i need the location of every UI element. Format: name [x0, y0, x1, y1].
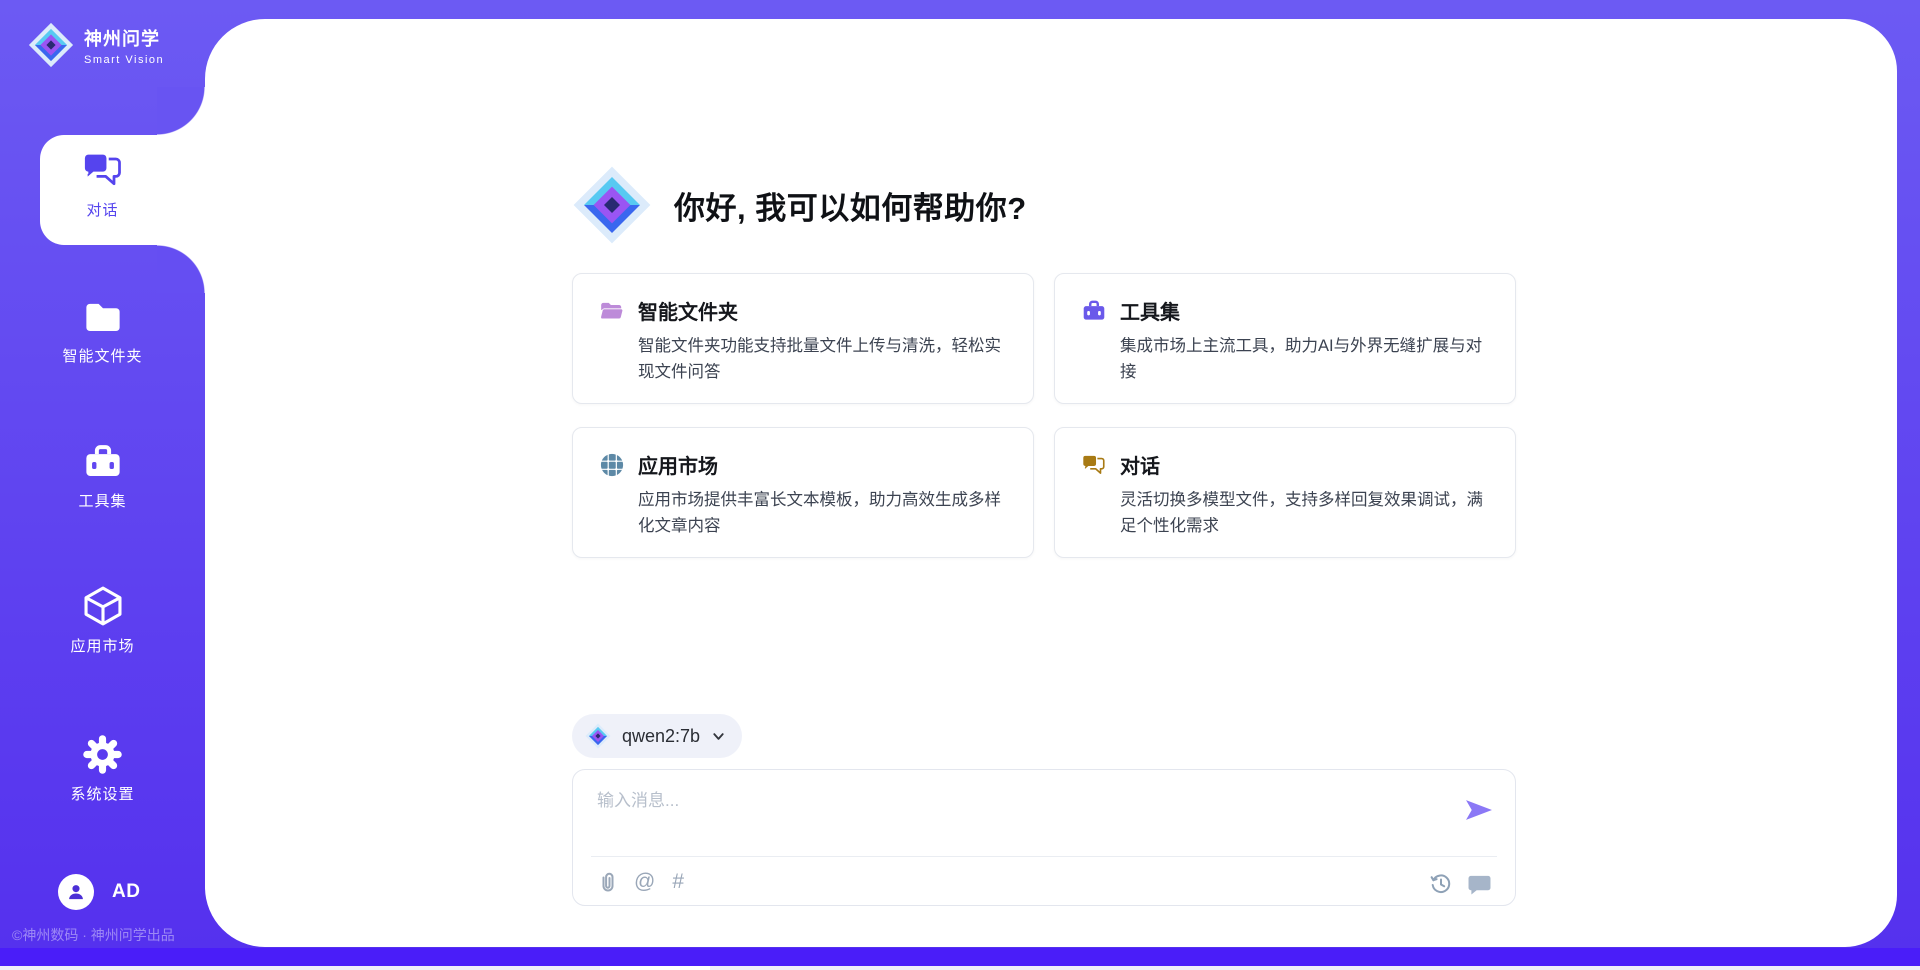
scrollbar-thumb[interactable]: [600, 966, 710, 970]
sidebar-item-label: 工具集: [0, 490, 205, 511]
card-description: 应用市场提供丰富长文本模板，助力高效生成多样化文章内容: [638, 488, 1007, 539]
chat-bubble-icon[interactable]: [1468, 874, 1491, 895]
sidebar-item-smart-folders[interactable]: 智能文件夹: [0, 296, 205, 366]
sidebar: 神州问学 Smart Vision 对话 智能文件夹 工具集 应用市场 系统设置: [0, 0, 205, 948]
card-app-market[interactable]: 应用市场 应用市场提供丰富长文本模板，助力高效生成多样化文章内容: [572, 427, 1034, 558]
card-description: 集成市场上主流工具，助力AI与外界无缝扩展与对接: [1120, 334, 1489, 385]
card-smart-folders[interactable]: 智能文件夹 智能文件夹功能支持批量文件上传与清洗，轻松实现文件问答: [572, 273, 1034, 404]
chat-icon: [1081, 452, 1107, 478]
avatar: [58, 874, 94, 910]
card-description: 智能文件夹功能支持批量文件上传与清洗，轻松实现文件问答: [638, 334, 1007, 385]
briefcase-icon: [1081, 298, 1107, 324]
sidebar-item-app-market[interactable]: 应用市场: [0, 584, 205, 656]
card-title: 工具集: [1120, 296, 1180, 325]
model-selector[interactable]: qwen2:7b: [572, 714, 742, 758]
grid-sphere-icon: [599, 452, 625, 478]
briefcase-icon: [82, 441, 124, 483]
card-chat[interactable]: 对话 灵活切换多模型文件，支持多样回复效果调试，满足个性化需求: [1054, 427, 1516, 558]
bottom-accent-strip: [0, 948, 1920, 966]
chat-icon: [81, 148, 125, 192]
message-input[interactable]: [597, 786, 1447, 844]
tab-fillet-top: [157, 87, 205, 135]
model-name: qwen2:7b: [622, 726, 700, 747]
app-window: 神州问学 Smart Vision 对话 智能文件夹 工具集 应用市场 系统设置: [0, 0, 1920, 970]
folder-icon: [82, 296, 124, 338]
composer-toolbar: @ #: [597, 871, 684, 893]
sidebar-item-chat[interactable]: 对话: [0, 148, 205, 220]
user-initials: AD: [112, 881, 140, 903]
card-title: 对话: [1120, 450, 1160, 479]
hash-icon[interactable]: #: [672, 871, 684, 893]
sidebar-item-settings[interactable]: 系统设置: [0, 733, 205, 804]
message-composer: @ #: [572, 769, 1516, 906]
feature-cards: 智能文件夹 智能文件夹功能支持批量文件上传与清洗，轻松实现文件问答 工具集 集成…: [572, 273, 1516, 558]
at-icon[interactable]: @: [634, 871, 655, 893]
sidebar-item-label: 应用市场: [0, 635, 205, 656]
brand: 神州问学 Smart Vision: [28, 22, 164, 68]
main-surface: 你好, 我可以如何帮助你? 智能文件夹 智能文件夹功能支持批量文件上传与清洗，轻…: [205, 19, 1897, 947]
person-icon: [66, 882, 86, 902]
card-description: 灵活切换多模型文件，支持多样回复效果调试，满足个性化需求: [1120, 488, 1489, 539]
sidebar-footer-text: ©神州数码 · 神州问学出品: [12, 925, 175, 945]
brand-name: 神州问学: [84, 25, 164, 51]
horizontal-scrollbar[interactable]: [0, 966, 1920, 970]
model-diamond-logo: [585, 723, 611, 749]
brand-diamond-icon: [28, 22, 74, 68]
greeting-diamond-logo: [572, 165, 652, 245]
card-toolset[interactable]: 工具集 集成市场上主流工具，助力AI与外界无缝扩展与对接: [1054, 273, 1516, 404]
card-title: 智能文件夹: [638, 296, 738, 325]
send-icon[interactable]: [1465, 797, 1493, 823]
cube-icon: [81, 584, 125, 628]
composer-divider: [591, 856, 1497, 857]
greeting: 你好, 我可以如何帮助你?: [572, 165, 1027, 245]
sidebar-item-toolset[interactable]: 工具集: [0, 441, 205, 511]
sidebar-item-label: 智能文件夹: [0, 345, 205, 366]
brand-subtitle: Smart Vision: [84, 54, 164, 66]
user-account[interactable]: AD: [58, 874, 140, 910]
composer-right-toolbar: [1430, 873, 1491, 895]
card-title: 应用市场: [638, 450, 718, 479]
gear-icon: [81, 733, 124, 776]
chevron-down-icon: [711, 729, 726, 744]
paperclip-icon[interactable]: [597, 871, 617, 893]
folder-open-icon: [599, 298, 625, 324]
sidebar-item-label: 系统设置: [0, 783, 205, 804]
history-icon[interactable]: [1430, 873, 1452, 895]
greeting-title: 你好, 我可以如何帮助你?: [674, 183, 1027, 228]
sidebar-item-label: 对话: [0, 199, 205, 220]
tab-fillet-bottom: [157, 245, 205, 293]
